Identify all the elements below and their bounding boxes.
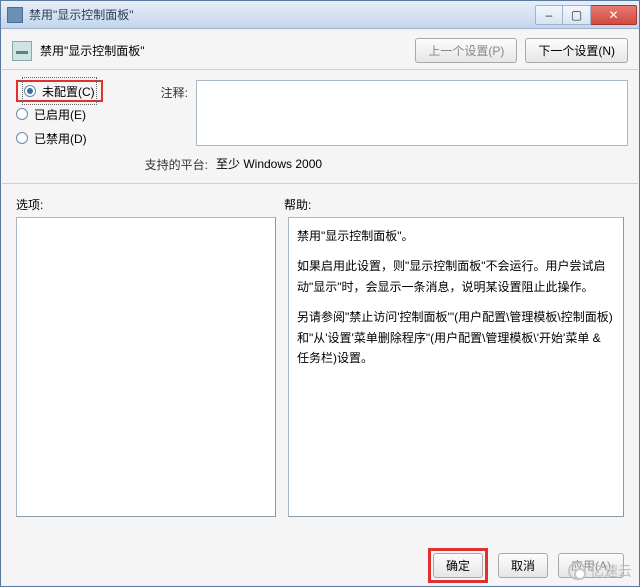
help-label: 帮助: [284,196,624,213]
close-button[interactable]: ✕ [591,5,637,25]
app-icon [7,7,23,23]
platform-value: 至少 Windows 2000 [216,153,322,172]
platform-label: 支持的平台: [136,152,216,173]
nav-buttons: 上一个设置(P) 下一个设置(N) [415,38,628,63]
policy-icon [12,41,32,61]
radio-indicator-icon [24,85,36,97]
divider [2,69,638,70]
help-panel: 禁用"显示控制面板"。 如果启用此设置，则"显示控制面板"不会运行。用户尝试启动… [288,217,624,517]
previous-setting-button[interactable]: 上一个设置(P) [415,38,517,63]
options-panel [16,217,276,517]
radio-label: 已启用(E) [34,106,86,123]
radio-group: 未配置(C) 已启用(E) 已禁用(D) [16,80,126,179]
apply-button[interactable]: 应用(A) [558,553,624,578]
radio-label: 未配置(C) [42,83,95,100]
radio-indicator-icon [16,132,28,144]
panel-labels: 选项: 帮助: [2,190,638,217]
ok-button[interactable]: 确定 [433,553,483,578]
window-controls: – ▢ ✕ [535,5,637,25]
minimize-button[interactable]: – [535,5,563,25]
highlight-not-configured: 未配置(C) [16,80,103,102]
radio-disabled[interactable]: 已禁用(D) [16,126,126,150]
platform-row: 支持的平台: 至少 Windows 2000 [136,152,628,173]
radio-not-configured[interactable]: 未配置(C) [24,79,95,103]
header-row: 禁用"显示控制面板" 上一个设置(P) 下一个设置(N) [2,30,638,67]
comment-textarea[interactable] [196,80,628,146]
panels: 禁用"显示控制面板"。 如果启用此设置，则"显示控制面板"不会运行。用户尝试启动… [2,217,638,517]
fields-column: 注释: 支持的平台: 至少 Windows 2000 [136,80,628,179]
radio-enabled[interactable]: 已启用(E) [16,102,126,126]
radio-indicator-icon [16,108,28,120]
radio-label: 已禁用(D) [34,130,87,147]
dialog-window: 禁用"显示控制面板" – ▢ ✕ 禁用"显示控制面板" 上一个设置(P) 下一个… [0,0,640,587]
divider [2,183,638,184]
window-title: 禁用"显示控制面板" [29,6,535,23]
cancel-button[interactable]: 取消 [498,553,548,578]
comment-label: 注释: [136,80,196,101]
titlebar[interactable]: 禁用"显示控制面板" – ▢ ✕ [1,1,639,29]
maximize-button[interactable]: ▢ [563,5,591,25]
help-paragraph: 禁用"显示控制面板"。 [297,226,615,246]
comment-row: 注释: [136,80,628,146]
client-area: 禁用"显示控制面板" 上一个设置(P) 下一个设置(N) 未配置(C) 已启用(… [2,30,638,585]
policy-title: 禁用"显示控制面板" [40,42,145,59]
config-area: 未配置(C) 已启用(E) 已禁用(D) 注释: 支持的平 [2,76,638,181]
next-setting-button[interactable]: 下一个设置(N) [525,38,628,63]
highlight-ok: 确定 [428,548,488,583]
help-paragraph: 如果启用此设置，则"显示控制面板"不会运行。用户尝试启动"显示"时，会显示一条消… [297,256,615,297]
footer: 确定 取消 应用(A) [2,545,638,585]
options-label: 选项: [16,196,284,213]
help-paragraph: 另请参阅"禁止访问'控制面板'"(用户配置\管理模板\控制面板)和"从'设置'菜… [297,307,615,368]
